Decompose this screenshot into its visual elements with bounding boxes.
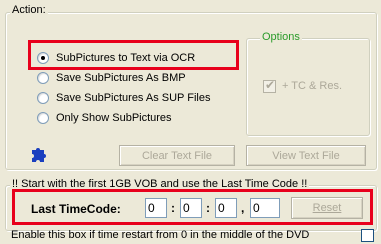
view-text-file-label: View Text File (272, 149, 340, 162)
view-text-file-button[interactable]: View Text File (246, 145, 366, 166)
radio-save-bmp-label: Save SubPictures As BMP (56, 72, 186, 84)
options-group-title: Options (260, 31, 302, 44)
restart-checkbox[interactable] (361, 229, 374, 242)
radio-only-show-label: Only Show SubPictures (56, 112, 172, 124)
radio-save-sup-label: Save SubPictures As SUP Files (56, 92, 211, 104)
ocr-highlight-box (28, 40, 239, 70)
action-group-title: Action: (10, 4, 48, 17)
radio-save-bmp[interactable]: Save SubPictures As BMP (37, 70, 186, 86)
radio-save-sup[interactable]: Save SubPictures As SUP Files (37, 90, 210, 106)
clear-text-file-button[interactable]: Clear Text File (119, 145, 235, 166)
radio-save-bmp-indicator[interactable] (37, 72, 49, 84)
restart-checkbox-label: Enable this box if time restart from 0 i… (11, 229, 310, 241)
puzzle-icon[interactable] (30, 145, 48, 163)
radio-only-show[interactable]: Only Show SubPictures (37, 110, 172, 126)
tc-res-label: + TC & Res. (282, 80, 343, 92)
tc-res-checkbox[interactable]: ✔ (263, 78, 276, 93)
timecode-highlight-box (12, 189, 373, 225)
clear-text-file-label: Clear Text File (141, 149, 213, 162)
radio-only-show-indicator[interactable] (37, 112, 49, 124)
checkmark-icon: ✔ (265, 78, 276, 92)
radio-save-sup-indicator[interactable] (37, 92, 49, 104)
